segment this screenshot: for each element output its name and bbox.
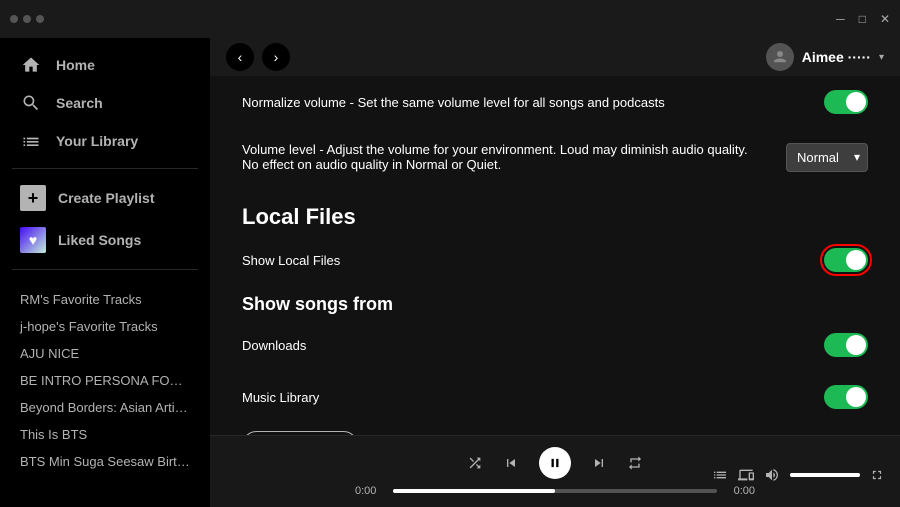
titlebar-dot [36,15,44,23]
sidebar-item-search[interactable]: Search [8,84,202,122]
liked-songs-label: Liked Songs [58,232,141,248]
show-songs-heading: Show songs from [242,286,868,319]
progress-section: 0:00 0:00 [355,485,755,497]
minimize-button[interactable]: ─ [836,12,845,26]
content-header: ‹ › Aimee ····· ▾ [210,38,900,76]
playlist-item[interactable]: This Is BTS [0,421,210,448]
fullscreen-icon[interactable] [870,468,884,482]
titlebar-dot [23,15,31,23]
content-area: ‹ › Aimee ····· ▾ Normalize volume - Set… [210,38,900,507]
volume-select-wrapper: Quiet Normal Loud [786,143,868,172]
nav-arrows: ‹ › [226,43,290,71]
create-playlist-label: Create Playlist [58,190,155,206]
music-library-text: Music Library [242,390,824,405]
volume-icon[interactable] [764,467,780,483]
queue-icon[interactable] [712,467,728,483]
sidebar-search-label: Search [56,95,103,111]
volume-level-row: Volume level - Adjust the volume for you… [242,128,868,186]
playlist-item[interactable]: RM's Favorite Tracks [0,286,210,313]
volume-dropdown[interactable]: Quiet Normal Loud [786,143,868,172]
normalize-toggle[interactable] [824,90,868,114]
local-files-heading: Local Files [242,186,868,234]
music-library-toggle[interactable] [824,385,868,409]
sidebar-divider-2 [12,269,198,270]
show-local-files-toggle[interactable] [824,248,868,272]
create-playlist-icon: + [20,185,46,211]
normalize-volume-text: Normalize volume - Set the same volume l… [242,95,824,110]
music-library-row: Music Library [242,371,868,423]
search-icon [20,92,42,114]
library-icon [20,130,42,152]
downloads-row: Downloads [242,319,868,371]
avatar [766,43,794,71]
volume-bar[interactable] [790,473,860,477]
titlebar-dot [10,15,18,23]
total-time: 0:00 [725,485,755,497]
current-time: 0:00 [355,485,385,497]
downloads-text: Downloads [242,338,824,353]
volume-level-label: Volume level - Adjust the volume for you… [242,142,766,172]
playlist-item[interactable]: BTS Min Suga Seesaw Birth... [0,448,210,475]
normalize-volume-row: Normalize volume - Set the same volume l… [242,76,868,128]
repeat-button[interactable] [627,455,643,471]
settings-content: Normalize volume - Set the same volume l… [210,76,900,435]
show-local-files-label: Show Local Files [242,253,804,268]
liked-songs-icon: ♥ [20,227,46,253]
playlist-item[interactable]: Beyond Borders: Asian Artist... [0,394,210,421]
sidebar-playlist-section: RM's Favorite Tracks j-hope's Favorite T… [0,282,210,507]
volume-level-text: Volume level - Adjust the volume for you… [242,142,786,172]
normalize-volume-label: Normalize volume - Set the same volume l… [242,95,804,110]
sidebar-home-label: Home [56,57,95,73]
close-button[interactable]: ✕ [880,12,890,26]
user-profile[interactable]: Aimee ····· ▾ [766,43,884,71]
next-button[interactable] [591,455,607,471]
forward-button[interactable]: › [262,43,290,71]
playlist-item[interactable]: AJU NICE [0,340,210,367]
player-bar: 0:00 0:00 [210,435,900,507]
progress-fill [393,489,555,493]
playlist-item[interactable]: BE INTRO PERSONA FOCU... [0,367,210,394]
sidebar-library-label: Your Library [56,133,138,149]
devices-icon[interactable] [738,467,754,483]
show-local-files-row: Show Local Files [242,234,868,286]
user-dropdown-arrow: ▾ [879,52,884,63]
sidebar-item-library[interactable]: Your Library [8,122,202,160]
sidebar-divider [12,168,198,169]
show-local-files-text: Show Local Files [242,253,824,268]
sidebar: Home Search Your Library + Create Playli… [0,38,210,507]
sidebar-nav: Home Search Your Library [0,46,210,160]
progress-bar[interactable] [393,489,717,493]
back-button[interactable]: ‹ [226,43,254,71]
shuffle-button[interactable] [467,455,483,471]
play-pause-button[interactable] [539,447,571,479]
maximize-button[interactable]: □ [859,12,866,26]
downloads-label: Downloads [242,338,804,353]
music-library-label: Music Library [242,390,804,405]
player-controls [467,447,643,479]
titlebar: ─ □ ✕ [0,0,900,38]
sidebar-liked-songs[interactable]: ♥ Liked Songs [0,219,210,261]
downloads-toggle[interactable] [824,333,868,357]
titlebar-dots [10,15,44,23]
playlist-item[interactable]: j-hope's Favorite Tracks [0,313,210,340]
previous-button[interactable] [503,455,519,471]
extra-controls [712,467,884,483]
volume-fill [790,473,860,477]
titlebar-controls: ─ □ ✕ [836,12,890,26]
sidebar-item-home[interactable]: Home [8,46,202,84]
home-icon [20,54,42,76]
username-label: Aimee ····· [802,49,871,65]
main-layout: Home Search Your Library + Create Playli… [0,38,900,507]
sidebar-create-playlist[interactable]: + Create Playlist [0,177,210,219]
